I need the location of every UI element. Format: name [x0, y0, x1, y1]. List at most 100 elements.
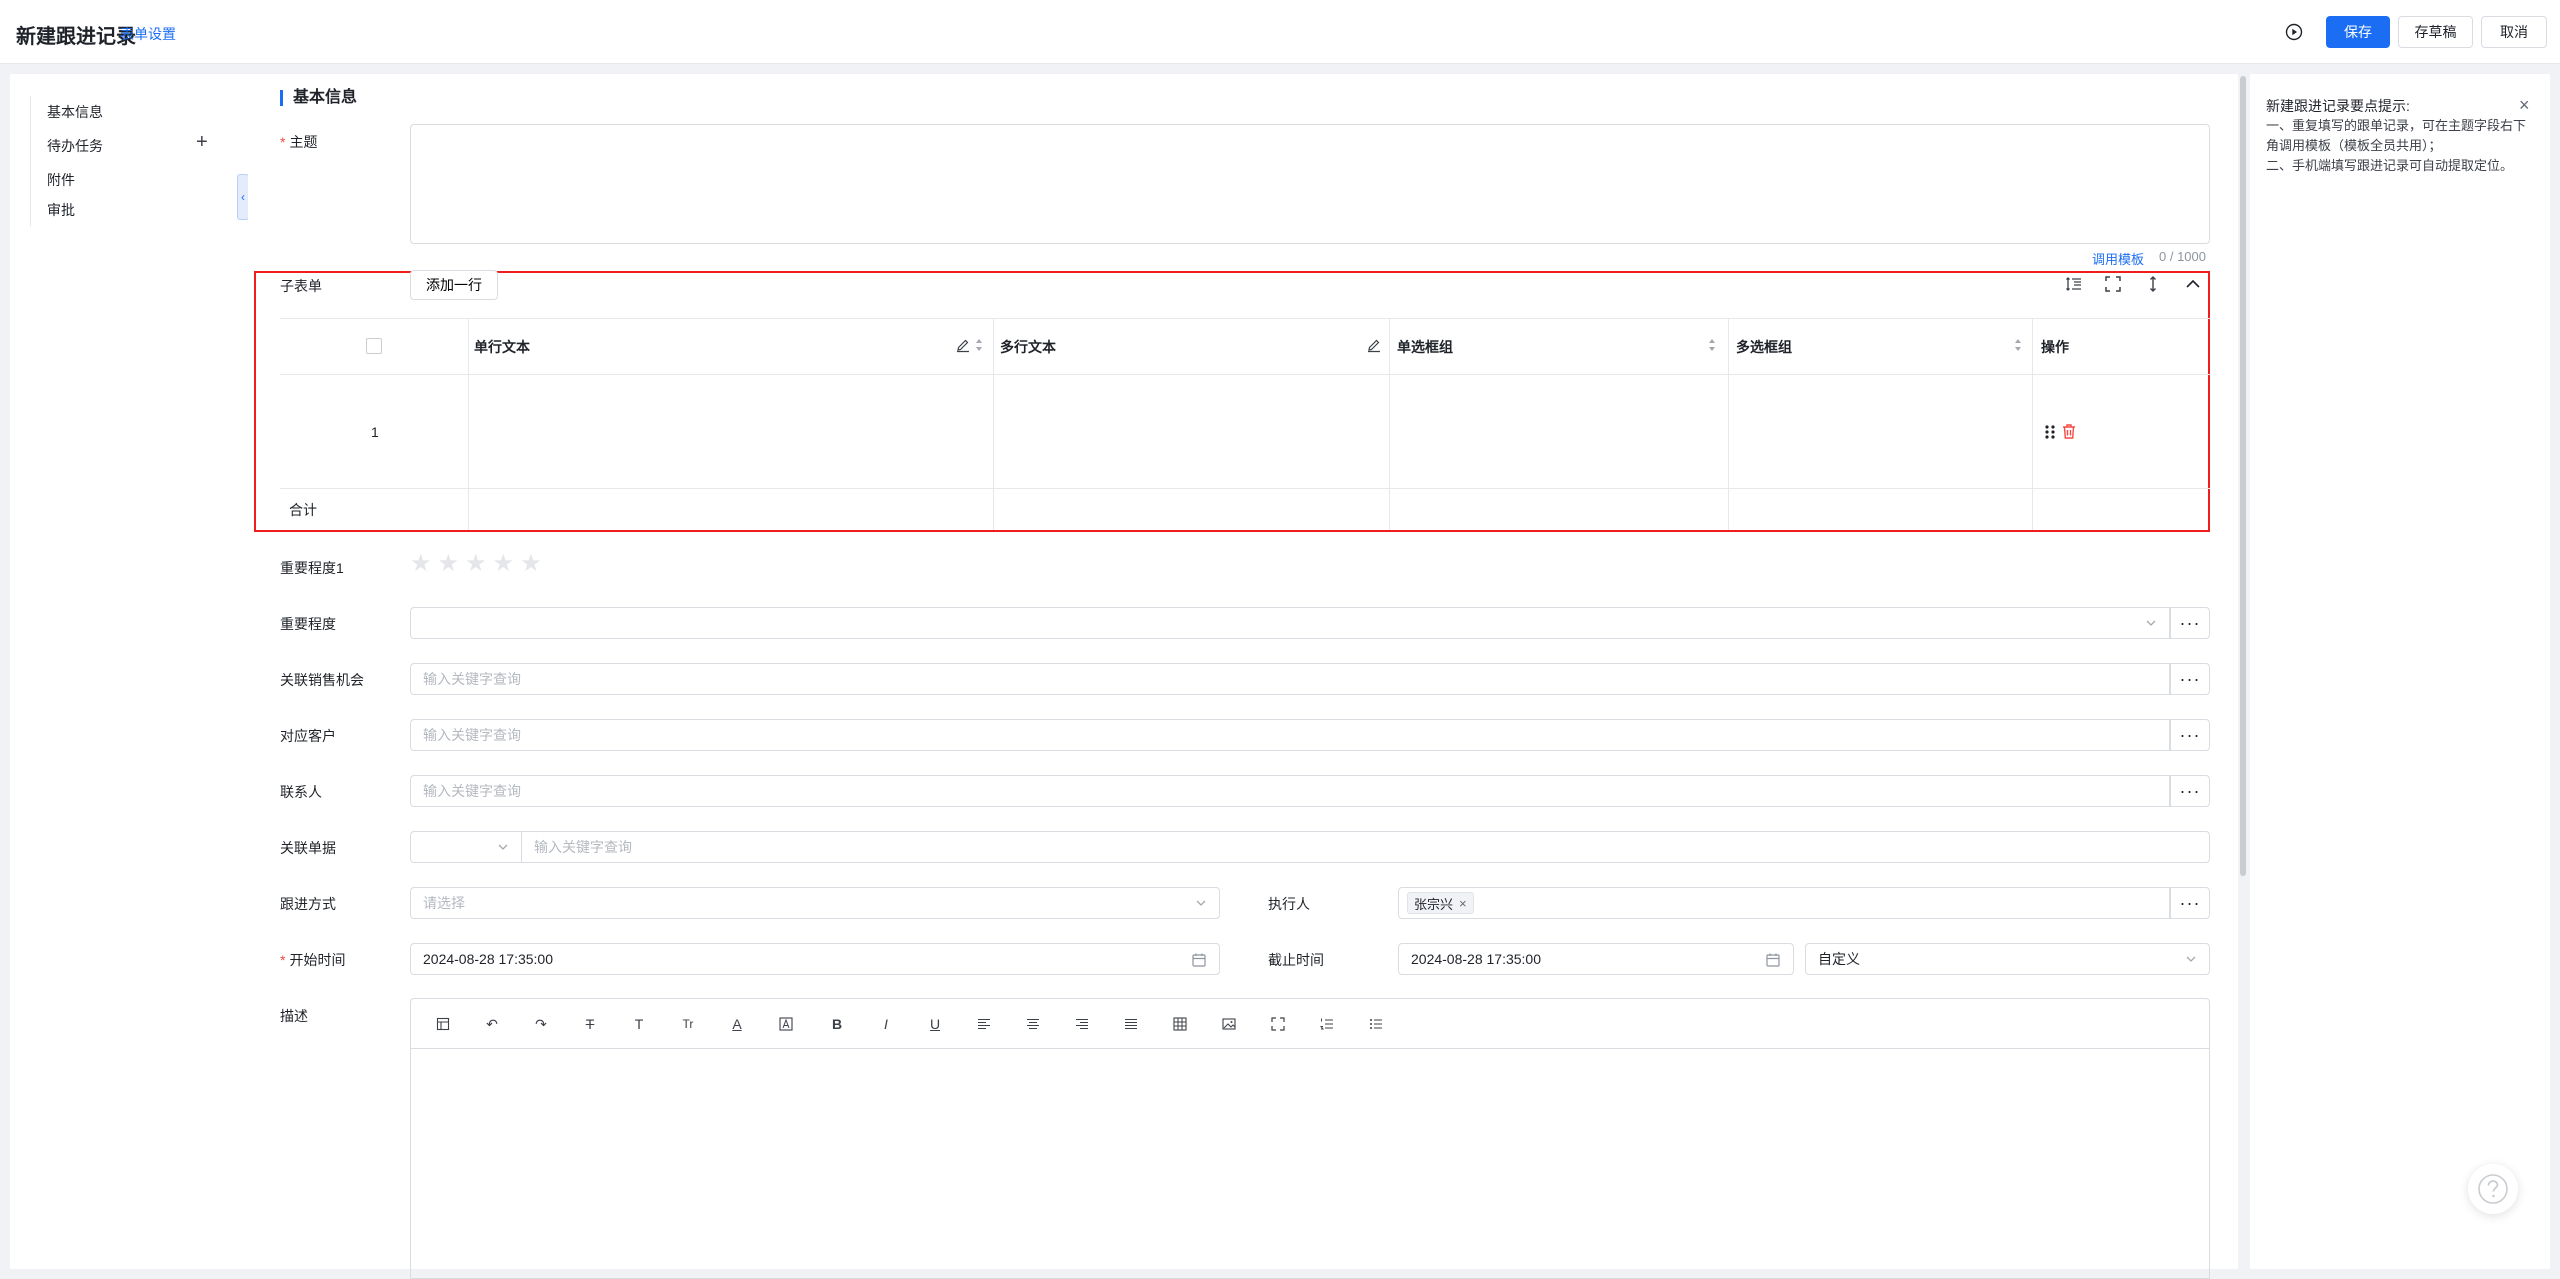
image-icon[interactable] — [1219, 1014, 1239, 1034]
sidebar-item-attachment[interactable]: 附件 — [47, 170, 75, 190]
star-rating[interactable]: ★ ★ ★ ★ ★ — [410, 552, 542, 576]
edit-icon[interactable] — [1366, 337, 1382, 353]
subject-label-text: 主题 — [289, 134, 318, 150]
executor-tag[interactable]: 张宗兴 × — [1407, 892, 1474, 914]
star-icon[interactable]: ★ — [465, 552, 487, 576]
chevron-up-icon[interactable] — [2183, 274, 2203, 294]
sort-icon[interactable] — [1707, 336, 1717, 354]
cancel-button[interactable]: 取消 — [2481, 16, 2547, 48]
play-circle-icon[interactable] — [2285, 23, 2303, 41]
followup-method-placeholder: 请选择 — [423, 895, 465, 911]
star-icon[interactable]: ★ — [493, 552, 515, 576]
required-mark: * — [280, 952, 286, 968]
sidebar-item-approval[interactable]: 审批 — [47, 200, 75, 220]
undo-icon[interactable]: ↶ — [482, 1014, 502, 1034]
contact-input[interactable]: 输入关键字查询 — [410, 775, 2170, 807]
sort-icon[interactable] — [974, 336, 984, 354]
executor-input[interactable]: 张宗兴 × — [1398, 887, 2170, 919]
underline-icon[interactable]: U — [925, 1014, 945, 1034]
table-header-bottom — [280, 374, 2210, 375]
background-color-icon[interactable] — [776, 1014, 796, 1034]
opportunity-input[interactable]: 输入关键字查询 — [410, 663, 2170, 695]
executor-tag-text: 张宗兴 — [1414, 896, 1454, 912]
align-left-icon[interactable] — [974, 1014, 994, 1034]
related-doc-type-select[interactable] — [410, 831, 522, 863]
subform-highlight — [254, 271, 2210, 532]
save-button[interactable]: 保存 — [2326, 16, 2390, 48]
sort-icon[interactable] — [2013, 336, 2023, 354]
strikethrough-icon[interactable]: T — [580, 1014, 600, 1034]
subject-textarea[interactable] — [410, 124, 2210, 244]
opportunity-placeholder: 输入关键字查询 — [423, 671, 521, 687]
opportunity-label: 关联销售机会 — [280, 672, 364, 688]
font-size-icon[interactable]: T — [629, 1014, 649, 1034]
close-icon[interactable]: × — [1459, 896, 1467, 911]
customer-label: 对应客户 — [280, 728, 336, 744]
more-icon[interactable]: ··· — [2170, 663, 2210, 695]
close-icon[interactable]: × — [2519, 96, 2530, 114]
sidebar-item-todo[interactable]: 待办任务 — [47, 136, 103, 156]
customer-input[interactable]: 输入关键字查询 — [410, 719, 2170, 751]
anchor-sidebar: 基本信息 待办任务 + 附件 审批 — [10, 74, 248, 1269]
more-icon[interactable]: ··· — [2170, 719, 2210, 751]
importance-select[interactable] — [410, 607, 2170, 639]
row-index: 1 — [371, 424, 379, 440]
fullscreen-icon[interactable] — [1268, 1014, 1288, 1034]
related-doc-input[interactable]: 输入关键字查询 — [521, 831, 2210, 863]
contact-placeholder: 输入关键字查询 — [423, 783, 521, 799]
importance1-label: 重要程度1 — [280, 560, 344, 576]
scrollbar[interactable] — [2240, 76, 2246, 876]
add-row-button[interactable]: 添加一行 — [410, 270, 498, 300]
more-icon[interactable]: ··· — [2170, 607, 2210, 639]
align-justify-icon[interactable] — [1121, 1014, 1141, 1034]
form-setting-link[interactable]: 表单设置 — [120, 24, 176, 44]
fullscreen-icon[interactable] — [2103, 274, 2123, 294]
end-time-picker[interactable]: 2024-08-28 17:35:00 — [1398, 943, 1794, 975]
section-title: 基本信息 — [280, 90, 357, 106]
end-time-value: 2024-08-28 17:35:00 — [1411, 951, 1541, 967]
more-icon[interactable]: ··· — [2170, 887, 2210, 919]
italic-icon[interactable]: I — [876, 1014, 896, 1034]
col-divider — [1728, 318, 1729, 530]
drag-icon[interactable] — [2044, 424, 2056, 440]
rich-text-editor[interactable]: ↶ ↷ T T Tr A B I U — [410, 998, 2210, 1279]
help-button[interactable] — [2468, 1164, 2518, 1214]
align-center-icon[interactable] — [1023, 1014, 1043, 1034]
sidebar-item-basic-info[interactable]: 基本信息 — [47, 102, 103, 122]
col-divider — [993, 318, 994, 530]
subform-label: 子表单 — [280, 278, 322, 294]
table-icon[interactable] — [1170, 1014, 1190, 1034]
importance-label: 重要程度 — [280, 616, 336, 632]
bold-icon[interactable]: B — [827, 1014, 847, 1034]
format-painter-icon[interactable] — [433, 1014, 453, 1034]
required-mark: * — [280, 134, 286, 150]
star-icon[interactable]: ★ — [410, 552, 432, 576]
font-color-icon[interactable]: A — [727, 1014, 747, 1034]
star-icon[interactable]: ★ — [520, 552, 542, 576]
char-counter: 0 / 1000 — [2159, 249, 2206, 264]
editor-toolbar: ↶ ↷ T T Tr A B I U — [411, 999, 2209, 1049]
edit-icon[interactable] — [955, 337, 971, 353]
plus-icon[interactable]: + — [196, 132, 208, 152]
tips-panel — [2250, 74, 2550, 1269]
clear-format-icon[interactable]: Tr — [678, 1014, 698, 1034]
unordered-list-icon[interactable] — [1366, 1014, 1386, 1034]
row-height-icon[interactable] — [2064, 274, 2084, 294]
end-time-label: 截止时间 — [1268, 952, 1324, 968]
delete-icon[interactable] — [2061, 423, 2077, 440]
select-all-checkbox[interactable] — [366, 338, 382, 354]
end-time-mode-select[interactable]: 自定义 — [1805, 943, 2210, 975]
use-template-link[interactable]: 调用模板 — [2092, 249, 2144, 268]
top-bar: 新建跟进记录 表单设置 保存 存草稿 取消 — [0, 0, 2560, 64]
tips-line: 一、重复填写的跟单记录，可在主题字段右下角调用模板（模板全员共用）； — [2266, 118, 2527, 153]
ordered-list-icon[interactable] — [1317, 1014, 1337, 1034]
start-time-picker[interactable]: 2024-08-28 17:35:00 — [410, 943, 1220, 975]
expand-vertical-icon[interactable] — [2143, 274, 2163, 294]
redo-icon[interactable]: ↷ — [531, 1014, 551, 1034]
align-right-icon[interactable] — [1072, 1014, 1092, 1034]
star-icon[interactable]: ★ — [438, 552, 460, 576]
followup-method-select[interactable]: 请选择 — [410, 887, 1220, 919]
draft-button[interactable]: 存草稿 — [2398, 16, 2473, 48]
calendar-icon — [1192, 953, 1206, 967]
more-icon[interactable]: ··· — [2170, 775, 2210, 807]
